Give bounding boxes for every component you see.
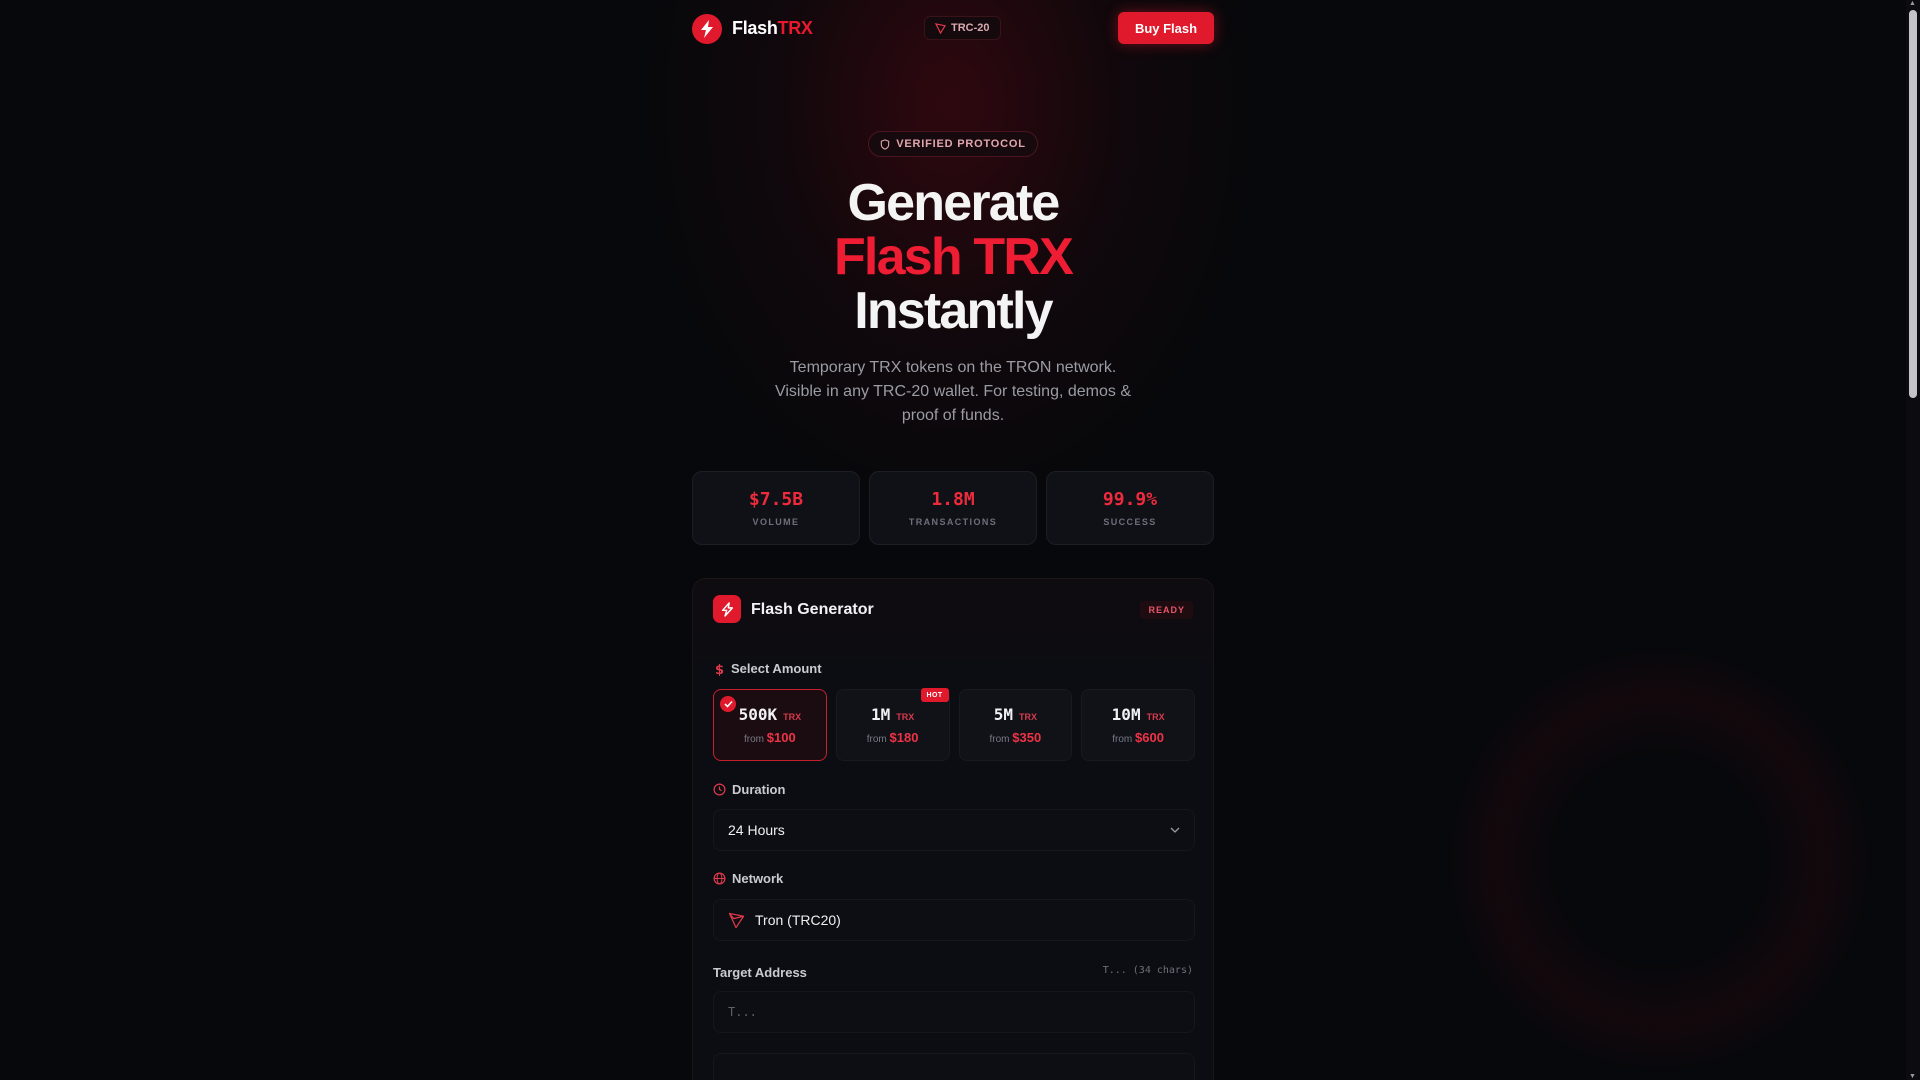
duration-value: 24 Hours <box>728 822 785 838</box>
globe-icon <box>713 872 726 885</box>
amount-price: from $350 <box>990 730 1042 745</box>
hero-title-line-1: Generate <box>847 174 1060 232</box>
amount-value: 500K <box>738 705 778 724</box>
scroll-up-arrow-icon[interactable]: ▲ <box>1909 0 1916 7</box>
target-address-hint: T... (34 chars) <box>1102 965 1193 976</box>
stat-value: 1.8M <box>931 489 975 510</box>
lightning-logo-icon[interactable] <box>692 14 722 44</box>
tron-icon <box>728 912 745 928</box>
flash-generator-card: Flash Generator READY $ Select Amount 50… <box>692 578 1214 1080</box>
buy-flash-button[interactable]: Buy Flash <box>1118 12 1214 44</box>
duration-text: Duration <box>732 782 786 797</box>
amount-value: 1M <box>870 705 891 724</box>
background-ring <box>1450 650 1870 1070</box>
check-icon <box>720 696 736 712</box>
select-amount-label: $ Select Amount <box>713 661 822 676</box>
next-field[interactable] <box>713 1053 1195 1080</box>
amount-row: 5M TRX <box>994 705 1037 724</box>
price-prefix: from <box>744 734 765 745</box>
hot-badge: HOT <box>920 688 949 702</box>
stat-success: 99.9% SUCCESS <box>1046 471 1214 545</box>
amount-unit: TRX <box>1146 712 1165 722</box>
stat-label: SUCCESS <box>1103 517 1157 527</box>
duration-label: Duration <box>713 782 785 797</box>
scrollbar-thumb[interactable] <box>1909 10 1917 398</box>
target-address-label: Target Address <box>713 965 807 980</box>
network-text: Network <box>732 871 784 886</box>
amount-option-500k[interactable]: 500K TRX from $100 <box>713 689 827 761</box>
amount-option-10m[interactable]: 10M TRX from $600 <box>1081 689 1195 761</box>
amount-row: 10M TRX <box>1112 705 1165 724</box>
brand-name-accent: TRX <box>777 18 813 38</box>
amount-unit: TRX <box>783 712 802 722</box>
amount-row: 1M TRX <box>871 705 914 724</box>
price-prefix: from <box>1112 734 1133 745</box>
amount-options: 500K TRX from $100 HOT 1M TRX from $180 … <box>713 688 1195 761</box>
price-value: $350 <box>1012 730 1042 745</box>
target-address-input[interactable] <box>713 991 1195 1033</box>
scroll-down-arrow-icon[interactable]: ▼ <box>1909 1073 1916 1080</box>
amount-price: from $180 <box>867 730 919 745</box>
network-select[interactable]: Tron (TRC20) <box>713 899 1195 941</box>
shield-icon <box>881 138 890 150</box>
amount-value: 10M <box>1111 705 1141 724</box>
network-chip-label: TRC-20 <box>951 22 990 34</box>
stat-label: VOLUME <box>752 517 800 527</box>
scrollbar[interactable]: ▲ ▼ <box>1906 0 1920 1080</box>
network-chip: TRC-20 <box>924 16 1001 40</box>
amount-option-1m[interactable]: HOT 1M TRX from $180 <box>835 688 950 761</box>
hero-subtitle: Temporary TRX tokens on the TRON network… <box>774 359 1131 424</box>
stat-value: $7.5B <box>748 489 804 510</box>
chevron-down-icon <box>1170 827 1180 833</box>
stat-volume: $7.5B VOLUME <box>692 471 860 545</box>
card-title: Flash Generator <box>751 601 874 618</box>
lightning-icon <box>713 595 741 623</box>
clock-icon <box>713 783 726 796</box>
duration-select[interactable]: 24 Hours <box>713 809 1195 851</box>
network-value: Tron (TRC20) <box>755 912 841 928</box>
hero-title-line-3: Instantly <box>854 282 1053 340</box>
price-value: $100 <box>766 730 796 745</box>
network-label: Network <box>713 871 783 886</box>
status-badge: READY <box>1140 601 1193 619</box>
amount-price: from $600 <box>1112 730 1164 745</box>
amount-option-5m[interactable]: 5M TRX from $350 <box>958 689 1073 761</box>
amount-unit: TRX <box>1019 712 1037 722</box>
stat-label: TRANSACTIONS <box>908 517 998 527</box>
svg-text:$: $ <box>715 663 724 676</box>
hero-title: Generate Flash TRX Instantly <box>692 176 1214 338</box>
tron-icon <box>935 22 946 34</box>
verified-badge-label: VERIFIED PROTOCOL <box>896 138 1026 150</box>
amount-row: 500K TRX <box>739 705 802 724</box>
price-prefix: from <box>989 734 1010 745</box>
stat-value: 99.9% <box>1102 489 1158 510</box>
amount-unit: TRX <box>896 712 915 722</box>
top-bar: FlashTRX TRC-20 Buy Flash <box>692 12 1214 44</box>
stat-transactions: 1.8M TRANSACTIONS <box>869 471 1037 545</box>
brand-name-part: Flash <box>732 18 778 38</box>
verified-badge: VERIFIED PROTOCOL <box>868 131 1038 157</box>
dollar-icon: $ <box>715 663 724 676</box>
price-value: $600 <box>1135 730 1164 745</box>
amount-value: 5M <box>993 705 1013 724</box>
stats-row: $7.5B VOLUME 1.8M TRANSACTIONS 99.9% SUC… <box>692 471 1214 545</box>
select-amount-text: Select Amount <box>731 661 822 676</box>
amount-price: from $100 <box>744 730 796 745</box>
price-prefix: from <box>866 734 887 745</box>
brand-name[interactable]: FlashTRX <box>732 18 813 39</box>
hero-title-line-2: Flash TRX <box>833 228 1074 286</box>
price-value: $180 <box>889 730 919 745</box>
card-header: Flash Generator READY <box>713 595 1193 625</box>
